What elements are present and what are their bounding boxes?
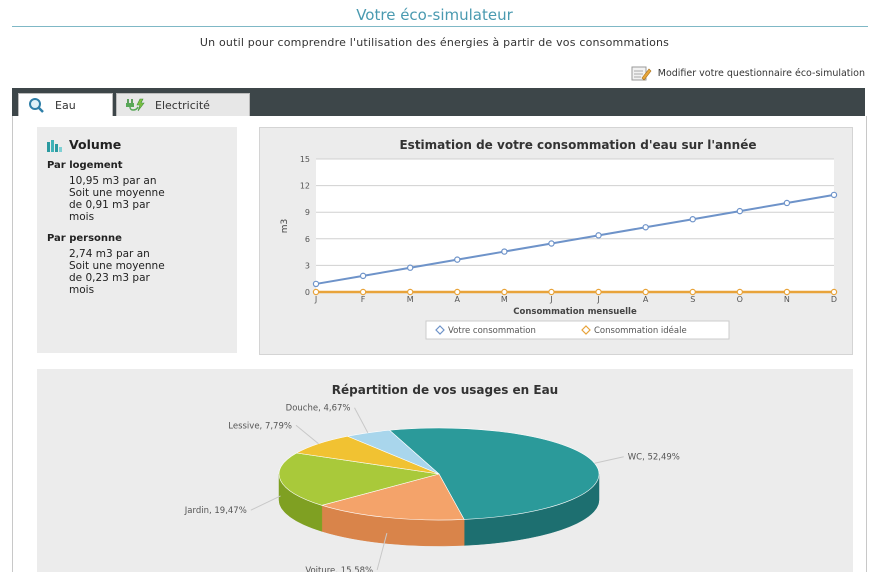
data-point bbox=[454, 288, 461, 296]
y-tick-label: 15 bbox=[300, 155, 310, 164]
tab-content: Volume Par logement 10,95 m3 par an Soit… bbox=[12, 116, 867, 576]
data-point bbox=[642, 288, 649, 296]
pie-label: Douche, 4,67% bbox=[286, 404, 351, 414]
water-magnifier-icon bbox=[29, 98, 44, 113]
usage-pie-panel: Répartition de vos usages en Eau WC, 52,4… bbox=[37, 369, 853, 576]
x-tick-label: J bbox=[596, 295, 599, 304]
x-tick-label: O bbox=[737, 295, 743, 304]
volume-title-label: Volume bbox=[69, 137, 122, 152]
x-tick-label: N bbox=[784, 295, 790, 304]
data-point bbox=[501, 288, 508, 296]
pie-leader-line bbox=[250, 495, 281, 511]
data-point bbox=[830, 191, 838, 199]
data-point bbox=[359, 272, 367, 280]
title-divider bbox=[12, 26, 868, 27]
data-point bbox=[406, 288, 414, 296]
usage-pie-chart: Répartition de vos usages en Eau WC, 52,4… bbox=[184, 383, 680, 576]
x-tick-label: D bbox=[831, 295, 837, 304]
tab-electricite-label: Electricité bbox=[155, 98, 210, 112]
pie-leader-line bbox=[295, 424, 319, 445]
modify-questionnaire-label: Modifier votre questionnaire éco-simulat… bbox=[657, 67, 865, 79]
chart-title: Répartition de vos usages en Eau bbox=[332, 383, 558, 397]
edit-form-icon bbox=[631, 66, 652, 81]
data-point bbox=[501, 248, 508, 255]
x-tick-label: S bbox=[690, 295, 695, 304]
consumption-line-chart: Estimation de votre consommation d'eau s… bbox=[280, 138, 838, 340]
volume-title: Volume bbox=[47, 137, 121, 152]
data-point bbox=[312, 280, 320, 288]
pie-label: WC, 52,49% bbox=[628, 453, 680, 463]
data-point bbox=[642, 224, 649, 231]
data-point bbox=[783, 288, 791, 296]
data-point bbox=[736, 207, 744, 215]
data-point bbox=[830, 288, 838, 296]
volume-panel: Volume Par logement 10,95 m3 par an Soit… bbox=[37, 127, 237, 353]
x-tick-label: A bbox=[643, 295, 649, 304]
pie-label: Voiture, 15,58% bbox=[305, 566, 373, 572]
legend-label: Votre consommation bbox=[448, 326, 536, 336]
data-point bbox=[359, 288, 367, 296]
chart-legend: Votre consommation Consommation idéale bbox=[425, 320, 730, 340]
data-point bbox=[548, 240, 555, 247]
pie-leader-line bbox=[354, 407, 369, 434]
y-tick-label: 3 bbox=[305, 261, 310, 270]
legend-label: Consommation idéale bbox=[594, 325, 687, 336]
chart-title: Estimation de votre consommation d'eau s… bbox=[399, 138, 756, 152]
x-tick-label: J bbox=[549, 295, 552, 304]
x-tick-label: A bbox=[455, 295, 461, 304]
modify-questionnaire-link[interactable]: Modifier votre questionnaire éco-simulat… bbox=[630, 64, 865, 82]
y-tick-label: 6 bbox=[305, 235, 310, 244]
x-tick-label: M bbox=[407, 295, 414, 304]
tab-eau-label: Eau bbox=[55, 98, 76, 112]
page-subtitle: Un outil pour comprendre l'utilisation d… bbox=[199, 36, 670, 49]
plot-area bbox=[316, 159, 834, 292]
data-point bbox=[548, 288, 555, 296]
data-point bbox=[454, 256, 461, 263]
data-point bbox=[689, 288, 696, 296]
pie-leader-line bbox=[594, 456, 624, 464]
data-point bbox=[312, 288, 320, 296]
x-tick-label: M bbox=[501, 295, 508, 304]
per-person-heading: Par personne bbox=[47, 233, 122, 244]
data-point bbox=[595, 232, 602, 239]
x-axis-label: Consommation mensuelle bbox=[513, 307, 637, 317]
pie-label: Jardin, 19,47% bbox=[184, 506, 247, 516]
x-tick-label: J bbox=[314, 295, 317, 304]
tab-electricite[interactable]: Electricité bbox=[116, 93, 250, 116]
data-point bbox=[689, 216, 696, 223]
per-person-text: 2,74 m3 par an Soit une moyenne de 0,23 … bbox=[69, 248, 165, 296]
x-tick-label: F bbox=[361, 295, 366, 304]
pie-label: Lessive, 7,79% bbox=[228, 421, 292, 431]
data-point bbox=[406, 264, 414, 271]
data-point bbox=[595, 288, 602, 296]
tab-bar: Eau Electricité bbox=[12, 88, 865, 116]
y-tick-label: 9 bbox=[305, 208, 310, 217]
electric-plug-icon bbox=[126, 98, 145, 112]
y-tick-label: 0 bbox=[305, 288, 310, 297]
tab-eau[interactable]: Eau bbox=[18, 93, 113, 116]
data-point bbox=[736, 288, 744, 296]
data-point bbox=[783, 199, 791, 207]
page-title: Votre éco-simulateur bbox=[356, 6, 513, 24]
y-axis-label: m3 bbox=[280, 219, 290, 234]
y-tick-label: 12 bbox=[300, 182, 310, 191]
per-home-text: 10,95 m3 par an Soit une moyenne de 0,91… bbox=[69, 175, 165, 223]
bar-chart-icon bbox=[47, 139, 62, 152]
per-home-heading: Par logement bbox=[47, 160, 123, 171]
consumption-chart-panel: Estimation de votre consommation d'eau s… bbox=[259, 127, 853, 355]
